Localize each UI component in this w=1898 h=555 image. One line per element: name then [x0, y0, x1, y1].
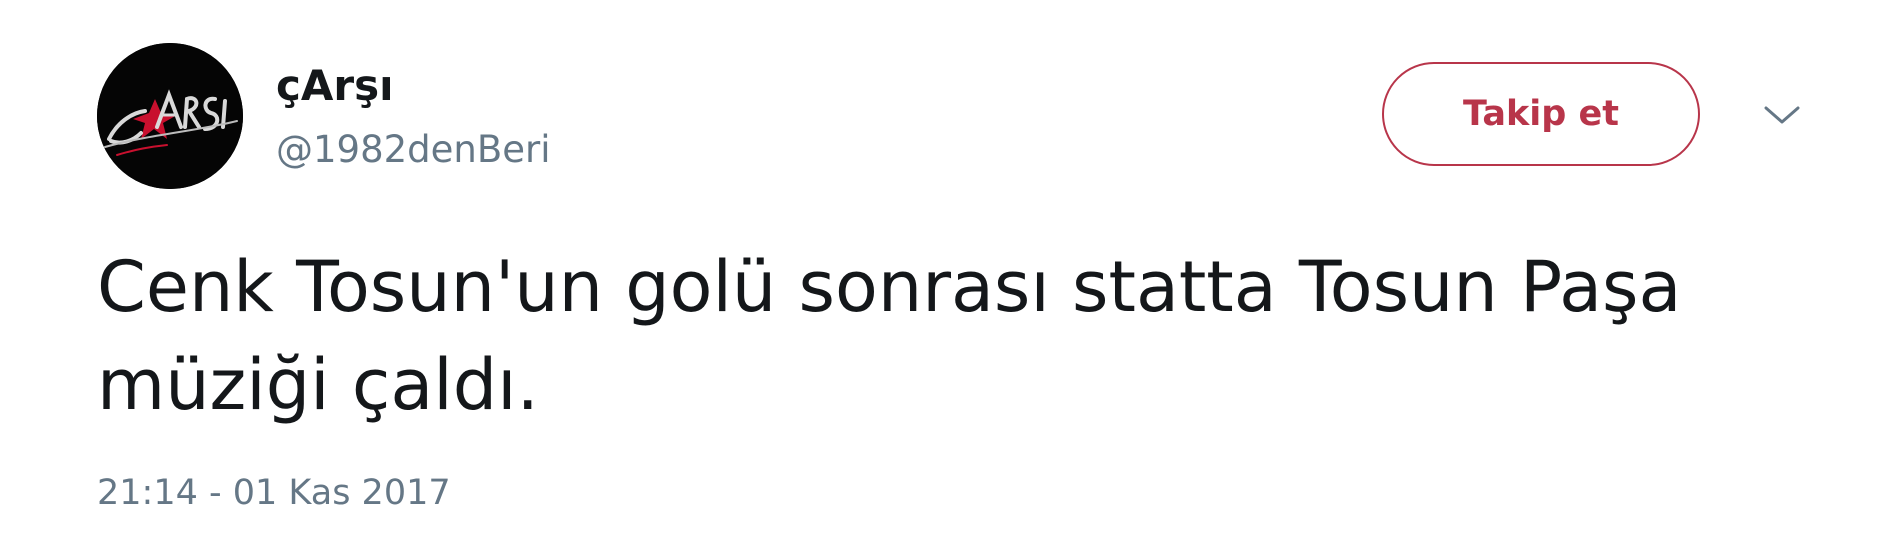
avatar[interactable]: [97, 43, 243, 189]
display-name[interactable]: çArşı: [276, 58, 394, 114]
user-handle[interactable]: @1982denBeri: [276, 125, 551, 175]
tweet-timestamp[interactable]: 21:14 - 01 Kas 2017: [97, 468, 451, 518]
tweet-text: Cenk Tosun'un golü sonrası statta Tosun …: [97, 246, 1682, 426]
follow-button-label: Takip et: [1463, 94, 1619, 134]
follow-button[interactable]: Takip et: [1382, 62, 1700, 166]
carsi-logo-icon: [97, 43, 243, 189]
chevron-down-icon: [1764, 106, 1800, 124]
tweet-card: çArşı @1982denBeri Takip et Cenk Tosun'u…: [0, 0, 1898, 555]
more-options-button[interactable]: [1758, 100, 1806, 132]
